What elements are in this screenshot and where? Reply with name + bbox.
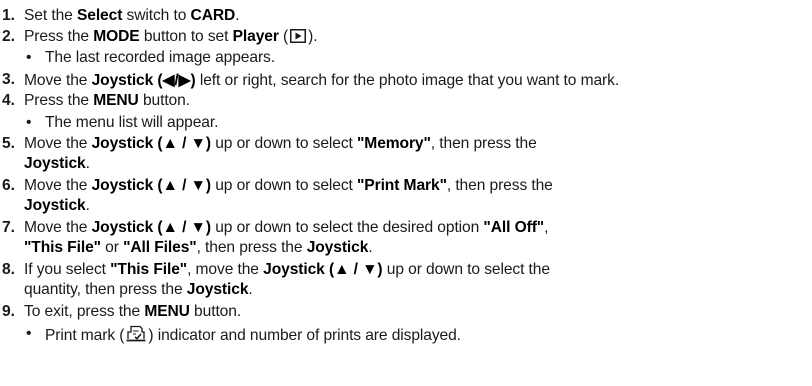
step-text: Move the Joystick (▲ / ▼) up or down to … <box>24 177 553 194</box>
note-text: Print mark () indicator and number of pr… <box>45 325 461 347</box>
step-text: "This File" or "All Files", then press t… <box>24 239 373 256</box>
step-number: 4. <box>2 92 15 109</box>
step-number: 8. <box>2 261 15 278</box>
note-text: The menu list will appear. <box>45 114 219 131</box>
step-text: Press the MENU button. <box>24 92 190 109</box>
step-text: Press the MODE button to set Player (). <box>24 28 318 48</box>
step-number: 9. <box>2 303 15 320</box>
step-number: 7. <box>2 219 15 236</box>
step-number: 1. <box>2 7 15 24</box>
step-number: 2. <box>2 28 15 45</box>
step-text: Move the Joystick (▲ / ▼) up or down to … <box>24 219 549 236</box>
step-text: To exit, press the MENU button. <box>24 303 242 320</box>
play-mode-icon <box>290 29 307 48</box>
bullet-dot: • <box>26 49 32 66</box>
step-number: 6. <box>2 177 15 194</box>
note-text: The last recorded image appears. <box>45 49 275 66</box>
step-number: 3. <box>2 71 15 88</box>
bullet-dot: • <box>26 114 32 131</box>
step-text: Move the Joystick (◀/▶) left or right, s… <box>24 72 620 89</box>
step-text: Joystick. <box>24 155 90 172</box>
instruction-page: 1. Set the Select switch to CARD. 2. Pre… <box>0 0 812 386</box>
step-text: Move the Joystick (▲ / ▼) up or down to … <box>24 135 537 152</box>
print-mark-icon <box>126 325 146 347</box>
step-text: Joystick. <box>24 197 90 214</box>
bullet-dot: • <box>26 325 32 342</box>
step-number: 5. <box>2 135 15 152</box>
step-text: Set the Select switch to CARD. <box>24 7 240 24</box>
step-text: If you select "This File", move the Joys… <box>24 261 550 278</box>
step-text: quantity, then press the Joystick. <box>24 281 253 298</box>
